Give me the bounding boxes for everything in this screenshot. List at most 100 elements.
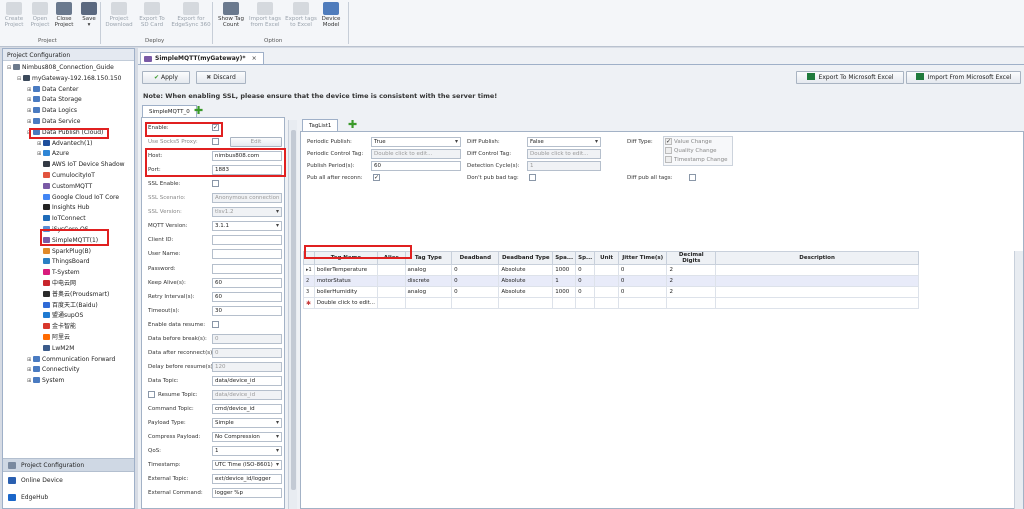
- cell-tag-type[interactable]: discrete: [404, 275, 453, 287]
- close-tab-icon[interactable]: ×: [252, 55, 257, 62]
- cell-description[interactable]: [715, 275, 919, 287]
- tree-node-iotconnect[interactable]: IoTConnect: [37, 214, 86, 223]
- timestamp-change-checkbox[interactable]: [665, 156, 672, 163]
- column-jitter-time-s[interactable]: Jitter Time(s): [617, 251, 668, 265]
- nav-edgehub[interactable]: EdgeHub: [3, 491, 134, 505]
- export-excel-button[interactable]: Export To Microsoft Excel: [796, 71, 904, 84]
- data-topic-input[interactable]: data/device_id: [212, 375, 282, 386]
- export-tags-ribbon-button[interactable]: Export tags to Excel: [284, 2, 318, 28]
- column-decimal-digits[interactable]: Decimal Digits: [666, 251, 717, 265]
- grid-scrollbar[interactable]: [1014, 251, 1023, 509]
- tab-taglist1[interactable]: TagList1: [302, 119, 339, 131]
- periodic-publish-select[interactable]: True: [371, 137, 461, 147]
- tree-node-proudsmart[interactable]: 普奥云(Proudsmart): [37, 290, 109, 299]
- apply-button[interactable]: ✔ Apply: [142, 71, 190, 84]
- external-command-input[interactable]: logger %p: [212, 488, 282, 499]
- import-tags-ribbon-button[interactable]: Import tags from Excel: [248, 2, 282, 28]
- cell-jitter-time-s[interactable]: 0: [617, 264, 668, 276]
- cell-sp[interactable]: 0: [575, 275, 596, 287]
- keep-alive-s-input[interactable]: 60: [212, 277, 282, 288]
- timestamp-select[interactable]: UTC Time (ISO-8601): [212, 460, 282, 471]
- cell-unit[interactable]: [594, 264, 619, 276]
- table-row[interactable]: 2 motorStatus discrete 0 Absolute 1 0 0 2: [303, 275, 919, 287]
- retry-interval-s-input[interactable]: 60: [212, 291, 282, 302]
- form-scrollbar[interactable]: [288, 120, 297, 509]
- form-scroll-thumb[interactable]: [291, 130, 296, 490]
- tree-node-google-cloud-iot-core[interactable]: Google Cloud IoT Core: [37, 193, 119, 202]
- open-ribbon-button[interactable]: Open Project: [28, 2, 52, 28]
- close-ribbon-button[interactable]: Close Project: [52, 2, 76, 28]
- diff-control-tag-input[interactable]: Double click to edit...: [527, 149, 601, 159]
- column-tag-type[interactable]: Tag Type: [404, 251, 453, 265]
- tree-node-data-center[interactable]: ⊞ Data Center: [27, 85, 78, 94]
- table-row[interactable]: ▸1 boilerTemperature analog 0 Absolute 1000 0 0…: [303, 264, 919, 276]
- cell-alias[interactable]: [377, 286, 406, 298]
- diff-publish-select[interactable]: False: [527, 137, 601, 147]
- resume-topic-checkbox[interactable]: [148, 390, 155, 398]
- tree-node-insights-hub[interactable]: Insights Hub: [37, 203, 90, 212]
- ssl-enable-checkbox[interactable]: [212, 180, 219, 188]
- tree-node-data-service[interactable]: ⊞ Data Service: [27, 117, 80, 126]
- timeout-s-input[interactable]: 30: [212, 305, 282, 316]
- qos-select[interactable]: 1: [212, 446, 282, 457]
- cell-jitter-time-s[interactable]: 0: [617, 286, 668, 298]
- tree-node-cumulocityiot[interactable]: CumulocityIoT: [37, 171, 95, 180]
- cell-tag-name[interactable]: motorStatus: [313, 275, 379, 287]
- payload-type-select[interactable]: Simple: [212, 418, 282, 429]
- tree-node-item[interactable]: 金卡智能: [37, 322, 76, 331]
- periodic-control-tag-input[interactable]: Double click to edit...: [371, 149, 461, 159]
- tab-simplemqtt-document[interactable]: SimpleMQTT(myGateway)* ×: [140, 52, 264, 64]
- new-row[interactable]: ✱ Double click to edit...: [303, 297, 919, 309]
- tree-node-nimbus808-connection-guide[interactable]: ⊟ Nimbus808_Connection_Guide: [7, 63, 114, 72]
- diff-pub-all-checkbox[interactable]: [689, 174, 696, 181]
- cell-sp[interactable]: 0: [575, 286, 596, 298]
- use-socks5-proxy-checkbox[interactable]: [212, 138, 219, 146]
- tree-node-data-storage[interactable]: ⊞ Data Storage: [27, 95, 82, 104]
- resume-topic-input[interactable]: data/device_id: [212, 389, 282, 400]
- column-sp[interactable]: Sp...: [575, 251, 596, 265]
- tree-node-mygateway-192-168-150-150[interactable]: ⊟ myGateway-192.168.150.150: [17, 74, 122, 83]
- tree-node-t-system[interactable]: T-System: [37, 268, 80, 277]
- delay-before-resume-s-input[interactable]: 120: [212, 361, 282, 372]
- cell-description[interactable]: [715, 264, 919, 276]
- tree-node-aws-iot-device-shadow[interactable]: AWS IoT Device Shadow: [37, 160, 125, 169]
- compress-payload-select[interactable]: No Compression: [212, 432, 282, 443]
- tree-node-supos[interactable]: 盟通supOS: [37, 311, 83, 320]
- data-before-break-s-input[interactable]: 0: [212, 333, 282, 344]
- client-id-input[interactable]: [212, 235, 282, 246]
- column-description[interactable]: Description: [715, 251, 919, 265]
- table-row[interactable]: 3 boilerHumidity analog 0 Absolute 1000 0 0 2: [303, 286, 919, 298]
- add-config-icon[interactable]: ✚: [194, 105, 206, 117]
- cell-unit[interactable]: [594, 275, 619, 287]
- import-excel-button[interactable]: Import From Microsoft Excel: [906, 71, 1021, 84]
- tree-node-custommqtt[interactable]: CustomMQTT: [37, 182, 92, 191]
- cell-spa[interactable]: 1000: [552, 264, 577, 276]
- add-taglist-icon[interactable]: ✚: [348, 119, 360, 131]
- value-change-checkbox[interactable]: ✓: [665, 138, 672, 145]
- cell-deadband-type[interactable]: Absolute: [498, 264, 554, 276]
- cell-deadband[interactable]: 0: [451, 286, 500, 298]
- cell-tag-name[interactable]: boilerTemperature: [313, 264, 379, 276]
- pub-all-checkbox[interactable]: ✓: [373, 174, 380, 181]
- cell-deadband[interactable]: 0: [451, 275, 500, 287]
- tree-node-communication-forward[interactable]: ⊞ Communication Forward: [27, 355, 115, 364]
- nav-project-configuration[interactable]: Project Configuration: [3, 458, 134, 472]
- cell-alias[interactable]: [377, 275, 406, 287]
- tree-node-sparkplug-b[interactable]: SparkPlug(B): [37, 247, 91, 256]
- password-input[interactable]: [212, 263, 282, 274]
- publish-period-input[interactable]: 60: [371, 161, 461, 171]
- dont-pub-bad-checkbox[interactable]: [529, 174, 536, 181]
- tree-node-connectivity[interactable]: ⊞ Connectivity: [27, 365, 80, 374]
- cell-spa[interactable]: 1: [552, 275, 577, 287]
- tree-node-lwm2m[interactable]: LwM2M: [37, 344, 74, 353]
- external-topic-input[interactable]: ext/device_id/logger: [212, 474, 282, 485]
- cell-unit[interactable]: [594, 286, 619, 298]
- tree-node-baidu[interactable]: 百度天工(Baidu): [37, 301, 98, 310]
- cell-sp[interactable]: 0: [575, 264, 596, 276]
- ssl-version-select[interactable]: tlsv1.2: [212, 207, 282, 218]
- device-ribbon-button[interactable]: Device Model: [320, 2, 342, 28]
- mqtt-version-select[interactable]: 3.1.1: [212, 221, 282, 232]
- edit-proxy-button[interactable]: Edit: [230, 137, 282, 148]
- cell-decimal-digits[interactable]: 2: [666, 286, 717, 298]
- detection-cycle-input[interactable]: 1: [527, 161, 601, 171]
